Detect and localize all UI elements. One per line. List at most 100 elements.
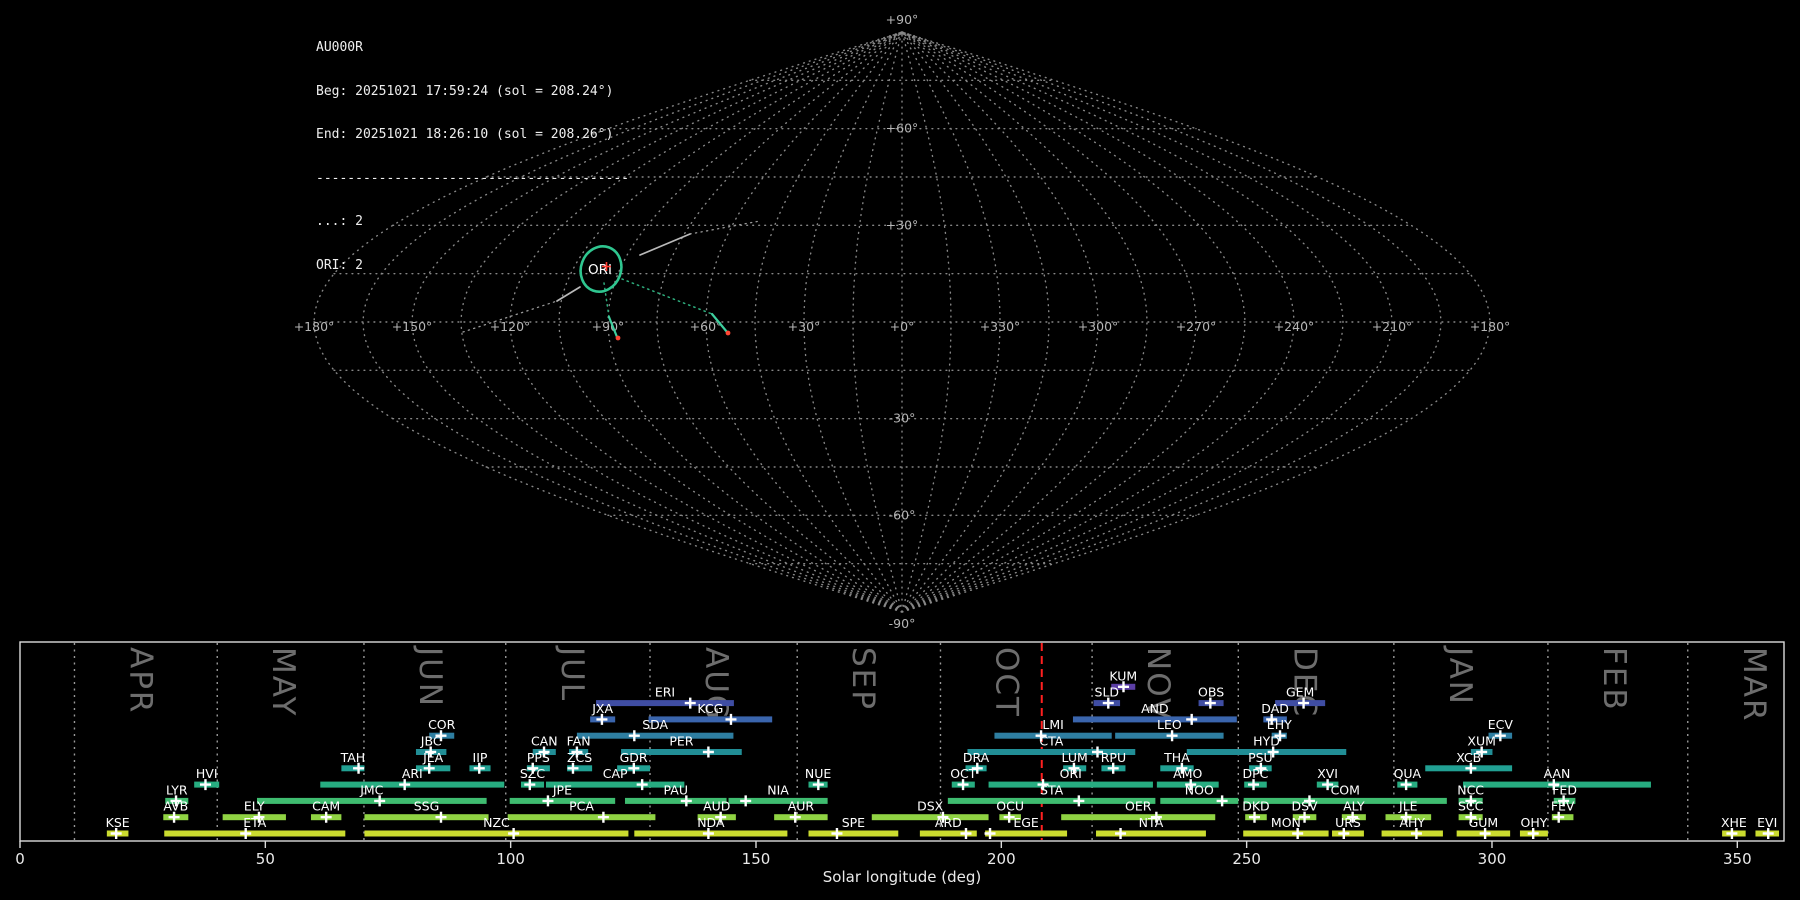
shower-bar-NTA [1096,831,1206,837]
shower-label-CAN: CAN [531,734,558,749]
shower-label-JLE: JLE [1398,799,1418,814]
shower-count: ORI: 2 [316,259,629,274]
shower-label-ECV: ECV [1488,717,1514,732]
shower-label-COR: COR [428,717,456,732]
shower-label-FAN: FAN [567,734,591,749]
shower-label-NCC: NCC [1457,782,1484,797]
shower-label-AMO: AMO [1173,766,1202,781]
sporadic-count: ...: 2 [316,215,629,230]
shower-peak-marker-AND [1186,714,1197,725]
map-lon-label: +210° [1372,319,1413,334]
shower-label-ORI: ORI [1060,766,1082,781]
shower-label-JMC: JMC [359,782,383,797]
shower-label-SLD: SLD [1095,685,1120,700]
map-pole-label-south: -90° [889,616,916,631]
shower-bar-NZC [364,831,628,837]
shower-label-HYD: HYD [1253,734,1280,749]
shower-label-THA: THA [1163,750,1190,765]
month-label: MAY [265,647,301,717]
shower-label-GDR: GDR [620,750,648,765]
shower-peak-marker-SDA [629,730,640,741]
shower-bar-PCA [508,814,656,820]
axis-tick-label: 250 [1232,850,1261,868]
shower-label-DSV: DSV [1291,799,1318,814]
shower-label-KSE: KSE [106,815,130,830]
shower-label-ALY: ALY [1343,799,1365,814]
map-lon-label: +30° [788,319,821,334]
shower-bar-JMC [257,798,487,804]
shower-label-URS: URS [1335,815,1361,830]
month-label: SEP [845,647,881,711]
map-lon-label: +180° [294,319,335,334]
shower-bar-MON [1243,831,1328,837]
shower-bar-DSX [872,814,989,820]
shower-label-CAM: CAM [312,799,340,814]
month-label: FEB [1596,647,1632,712]
shower-label-FEV: FEV [1551,799,1575,814]
map-lon-label: +300° [1078,319,1119,334]
axis-tick-label: 300 [1478,850,1507,868]
month-label: APR [122,647,158,714]
shower-label-XVI: XVI [1317,766,1338,781]
axis-tick-label: 100 [496,850,525,868]
shower-bar-ORI [989,782,1153,788]
map-lon-label: +0° [890,319,915,334]
shower-peak-marker-NOO [1217,795,1228,806]
shower-peak-marker-ERI [685,698,696,709]
shower-label-EGE: EGE [1013,815,1039,830]
shower-bar-ETA [164,831,345,837]
axis-tick-label: 0 [15,850,25,868]
shower-label-ZCS: ZCS [567,750,592,765]
shower-label-JEA: JEA [422,750,444,765]
shower-label-DPC: DPC [1243,766,1269,781]
shower-label-SCC: SCC [1458,799,1484,814]
observation-header: AU000R Beg: 20251021 17:59:24 (sol = 208… [316,12,629,302]
shower-label-NZC: NZC [483,815,510,830]
shower-label-XCB: XCB [1456,750,1481,765]
shower-label-AUD: AUD [703,799,730,814]
shower-label-ARD: ARD [935,815,962,830]
sporadic-meteor-trace [690,221,760,234]
grid-meridian [902,32,1196,612]
shower-label-ARI: ARI [402,766,423,781]
shower-label-SPE: SPE [842,815,865,830]
shower-label-JXA: JXA [591,701,613,716]
map-lon-label: +240° [1274,319,1315,334]
shower-label-OER: OER [1125,799,1152,814]
shower-label-CAP: CAP [603,766,628,781]
shower-bar-ARI [320,782,504,788]
shower-label-OHY: OHY [1520,815,1547,830]
map-lat-label: +30° [886,217,919,232]
axis-tick-label: 200 [987,850,1016,868]
map-lon-label: +90° [592,319,625,334]
shower-label-LMI: LMI [1042,717,1063,732]
shower-label-SZC: SZC [520,766,545,781]
plot-canvas: +180°+150°+120°+90°+60°+30°+0°+330°+300°… [0,0,1800,900]
shower-label-SSG: SSG [414,799,440,814]
shower-label-TAH: TAH [340,750,366,765]
shower-label-AVB: AVB [163,799,188,814]
month-label: JUL [554,645,590,702]
map-lat-label: -30° [889,411,916,426]
station-code: AU000R [316,41,629,56]
shower-label-XUM: XUM [1467,734,1496,749]
shower-peak-marker-PER [703,747,714,758]
shower-label-DKD: DKD [1242,799,1269,814]
shower-label-GUM: GUM [1469,815,1499,830]
shower-bar-SDA [577,733,734,739]
shower-label-SDA: SDA [642,717,668,732]
shower-label-DSX: DSX [917,799,944,814]
shower-label-ETA: ETA [243,815,267,830]
shower-label-NOO: NOO [1185,782,1214,797]
shower-peak-marker-PCA [598,812,609,823]
shower-label-PSU: PSU [1248,750,1273,765]
shower-meteor-trace [622,279,712,314]
shower-label-JPE: JPE [552,782,572,797]
shower-label-COM: COM [1331,782,1360,797]
shower-label-LEO: LEO [1157,717,1182,732]
shower-label-MON: MON [1271,815,1301,830]
map-lat-label: +60° [886,121,919,136]
shower-label-PAU: PAU [664,782,688,797]
shower-label-JBC: JBC [420,734,442,749]
shower-bar-JPE [510,798,615,804]
